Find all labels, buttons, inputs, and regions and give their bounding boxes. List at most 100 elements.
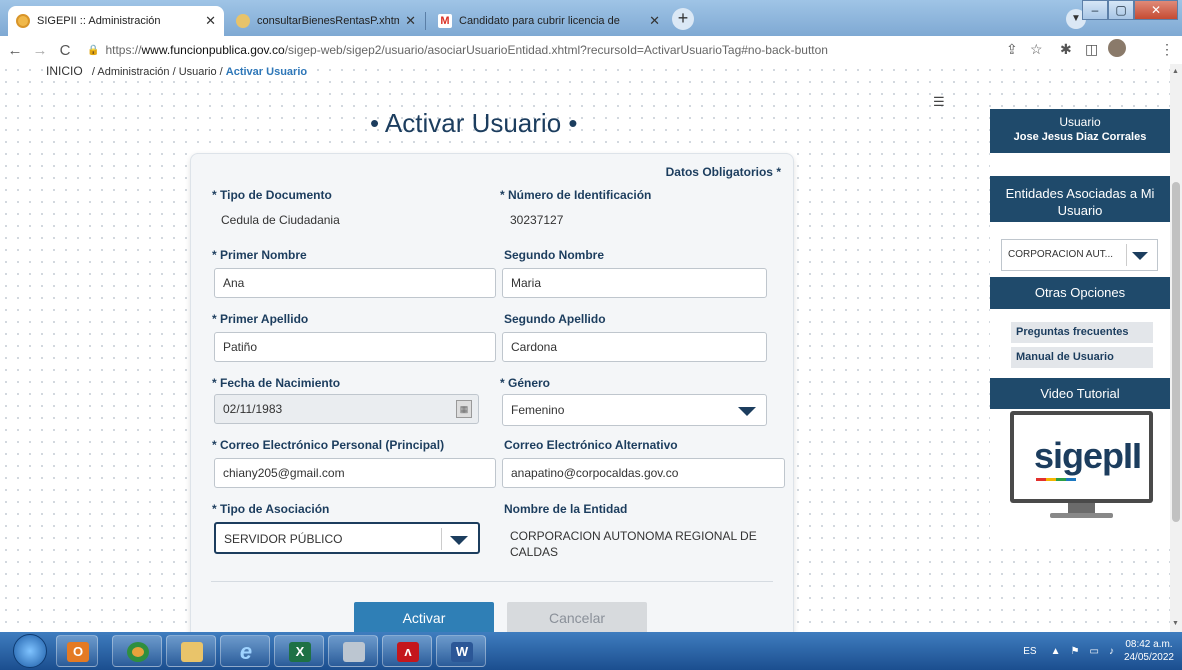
primer-nombre-label: * Primer Nombre [212,248,307,262]
close-tab-icon[interactable]: ✕ [205,13,216,29]
taskbar-excel[interactable]: X [274,635,324,667]
entidad-select[interactable]: CORPORACION AUT... [1001,239,1158,271]
menu-hamburger-icon[interactable]: ☰ [933,94,945,110]
entidades-panel-header: Entidades Asociadas a Mi Usuario [990,176,1170,222]
tab-sigepii[interactable]: SIGEPII :: Administración ✕ [8,6,224,36]
segundo-nombre-field[interactable]: Maria [502,268,767,298]
breadcrumb-usuario[interactable]: Usuario [179,66,217,78]
correo-alternativo-field[interactable]: anapatino@corpocaldas.gov.co [502,458,785,488]
tab-title: SIGEPII :: Administración [37,15,161,27]
chrome-icon [127,642,149,662]
language-indicator[interactable]: ES [1023,646,1036,657]
nombre-entidad-value: CORPORACION AUTONOMA REGIONAL DE CALDAS [510,529,757,559]
extensions-icon[interactable]: ✱ [1060,41,1072,58]
video-tutorial-thumbnail[interactable]: sigepII [1010,411,1153,523]
forward-arrow-icon[interactable]: → [30,42,50,59]
tab-title: consultarBienesRentasP.xhtml [257,15,400,27]
breadcrumb-home[interactable]: INICIO [46,64,83,78]
primer-nombre-field[interactable]: Ana [214,268,496,298]
primer-apellido-field[interactable]: Patiño [214,332,496,362]
back-arrow-icon[interactable]: ← [5,42,25,59]
chevron-down-icon [1132,252,1148,260]
reload-icon[interactable]: C [55,42,75,59]
share-icon[interactable]: ⇪ [1006,41,1018,58]
taskbar-ie[interactable]: e [220,635,270,667]
form-divider [211,581,773,582]
fecha-nacimiento-field[interactable]: 02/11/1983 ▦ [214,394,479,424]
maximize-icon[interactable]: ▢ [1108,0,1134,20]
start-button[interactable] [13,634,47,668]
network-icon[interactable]: ▭ [1089,646,1098,657]
word-icon: W [451,642,473,662]
numero-identificacion-label: * Número de Identificación [500,188,652,202]
tab-gmail[interactable]: M Candidato para cubrir licencia de ✕ [430,6,668,36]
genero-label: * Género [500,376,551,390]
sigep-logo: sigepII [1034,435,1142,476]
correo-alternativo-label: Correo Electrónico Alternativo [504,438,678,452]
close-tab-icon[interactable]: ✕ [405,13,416,29]
acrobat-icon: ᴧ [397,642,419,662]
url-field[interactable]: 🔒 https:// www.funcionpublica.gov.co /si… [87,43,828,57]
profile-avatar-icon[interactable] [1108,39,1126,57]
taskbar-acrobat[interactable]: ᴧ [382,635,432,667]
correo-personal-field[interactable]: chiany205@gmail.com [214,458,496,488]
activar-button[interactable]: Activar [354,602,494,632]
volume-icon[interactable]: ♪ [1109,646,1114,657]
manual-usuario-link[interactable]: Manual de Usuario [1011,347,1153,368]
cancelar-button[interactable]: Cancelar [507,602,647,632]
breadcrumb-administracion[interactable]: Administración [97,66,169,78]
url-scheme: https:// [105,43,142,57]
chevron-down-icon [738,407,756,416]
taskbar-explorer[interactable] [166,635,216,667]
preguntas-frecuentes-link[interactable]: Preguntas frecuentes [1011,322,1153,343]
clock[interactable]: 08:42 a.m. 24/05/2022 [1124,638,1174,664]
genero-value: Femenino [511,403,565,417]
bookmark-star-icon[interactable]: ☆ [1030,41,1043,58]
user-panel: Usuario Jose Jesus Diaz Corrales [990,109,1170,153]
genero-select[interactable]: Femenino [502,394,767,426]
taskbar-word[interactable]: W [436,635,486,667]
close-tab-icon[interactable]: ✕ [649,13,660,29]
show-hidden-icons-icon[interactable]: ▲ [1051,646,1061,657]
segundo-nombre-label: Segundo Nombre [504,248,605,262]
side-panel-icon[interactable]: ◫ [1085,41,1098,58]
nombre-entidad-label: Nombre de la Entidad [504,502,628,516]
correo-personal-label: * Correo Electrónico Personal (Principal… [212,438,445,452]
ie-icon: e [239,639,253,664]
required-fields-note: Datos Obligatorios * [665,165,781,179]
sigep-favicon-icon [16,14,30,28]
flag-icon[interactable]: ⚑ [1071,646,1080,657]
numero-identificacion-value: 30237127 [510,213,564,227]
taskbar-outlook[interactable]: O [56,635,98,667]
chevron-down-icon [450,536,468,545]
browser-menu-icon[interactable]: ⋮ [1160,41,1174,58]
minimize-icon[interactable]: – [1082,0,1108,20]
segundo-apellido-field[interactable]: Cardona [502,332,767,362]
tipo-asociacion-label: * Tipo de Asociación [212,502,330,516]
page-favicon-icon [236,14,250,28]
new-tab-button[interactable]: + [672,8,694,30]
system-tray: ES ▲ ⚑ ▭ ♪ 08:42 a.m. 24/05/2022 [1023,634,1174,668]
lock-icon: 🔒 [87,44,100,56]
taskbar-chrome[interactable] [112,635,162,667]
outlook-icon: O [67,642,89,662]
tipo-asociacion-value: SERVIDOR PÚBLICO [224,532,343,546]
close-window-icon[interactable]: ✕ [1134,0,1178,20]
breadcrumb: INICIO / Administración / Usuario / Acti… [46,64,314,78]
video-tutorial-header: Video Tutorial [990,378,1170,409]
url-host: www.funcionpublica.gov.co [141,43,285,57]
browser-tab-bar: SIGEPII :: Administración ✕ consultarBie… [0,0,1182,36]
calendar-icon[interactable]: ▦ [456,400,472,418]
otras-opciones-header: Otras Opciones [990,277,1170,309]
tipo-documento-label: * Tipo de Documento [212,188,332,202]
gmail-icon: M [438,14,452,28]
taskbar-calculator[interactable] [328,635,378,667]
tipo-asociacion-select[interactable]: SERVIDOR PÚBLICO [214,522,480,554]
tab-title: Candidato para cubrir licencia de [459,15,620,27]
tab-consultar-bienes[interactable]: consultarBienesRentasP.xhtml ✕ [228,6,424,36]
page-content: INICIO / Administración / Usuario / Acti… [0,64,1170,632]
page-scrollbar[interactable]: ▲ ▼ [1170,64,1182,632]
fecha-nacimiento-value: 02/11/1983 [223,402,283,416]
url-path: /sigep-web/sigep2/usuario/asociarUsuario… [284,43,828,57]
folder-icon [181,642,203,662]
